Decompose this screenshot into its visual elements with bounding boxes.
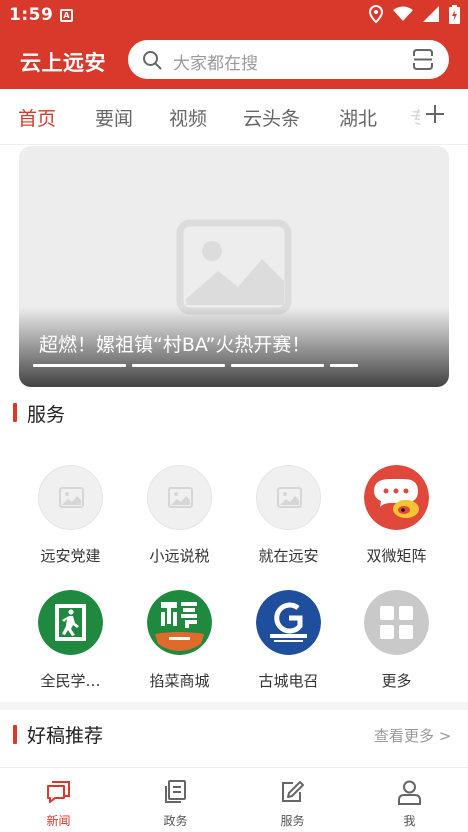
search-icon <box>142 50 162 74</box>
user-icon <box>397 780 422 810</box>
service-label: 掐菜商城 <box>149 672 210 690</box>
banner-caption[interactable]: 超燃！嫘祖镇“村BA”火热开赛！ <box>39 330 310 357</box>
nav-label: 政务 <box>163 814 188 828</box>
emergency-exit-icon <box>38 590 103 655</box>
bottom-navigation: 新闻 政务 服务 我 <box>0 767 468 832</box>
nav-label: 新闻 <box>46 814 71 828</box>
add-channel-icon[interactable] <box>425 104 445 128</box>
gucheng-dianzhao-logo-icon <box>256 590 321 655</box>
view-more-link[interactable]: 查看更多 > <box>374 725 451 746</box>
service-gucheng-dispatch[interactable]: 古城电召 <box>234 590 343 700</box>
document-icon <box>163 780 188 808</box>
image-placeholder-icon <box>147 465 212 530</box>
wifi-icon <box>393 6 413 26</box>
nav-me[interactable]: 我 <box>351 768 468 832</box>
carousel-dot <box>132 364 225 367</box>
image-placeholder-icon <box>38 465 103 530</box>
signal-icon <box>423 6 439 26</box>
status-icons <box>368 4 460 28</box>
qiacai-logo-icon <box>147 590 212 655</box>
service-in-yuanan[interactable]: 就在远安 <box>234 465 343 575</box>
nav-label: 我 <box>403 814 416 828</box>
services-title: 服务 <box>27 404 66 426</box>
service-label: 远安党建 <box>40 547 101 565</box>
tab-hubei[interactable]: 湖北 <box>339 104 377 131</box>
edit-icon <box>280 780 305 808</box>
carousel-dot <box>33 364 126 367</box>
service-qiacai-mall[interactable]: 掐菜商城 <box>125 590 234 700</box>
carousel-dot <box>330 364 358 367</box>
status-time: 1:59 <box>9 5 54 25</box>
section-marker <box>13 403 17 422</box>
image-placeholder-icon <box>176 219 292 319</box>
location-icon <box>368 4 384 27</box>
tab-headlines[interactable]: 云头条 <box>243 104 300 131</box>
nav-services[interactable]: 服务 <box>234 768 351 832</box>
nav-government[interactable]: 政务 <box>117 768 234 832</box>
tab-news[interactable]: 要闻 <box>95 104 133 131</box>
service-label: 就在远安 <box>258 547 319 565</box>
service-label: 古城电召 <box>258 672 319 690</box>
battery-icon <box>449 4 460 28</box>
service-party-building[interactable]: 远安党建 <box>16 465 125 575</box>
service-more[interactable]: 更多 <box>342 590 451 700</box>
service-label: 更多 <box>381 672 412 690</box>
notification-a-icon: A <box>60 9 73 22</box>
section-divider <box>0 702 468 710</box>
status-bar: 1:59 A <box>0 0 468 32</box>
search-bar[interactable]: 大家都在搜 <box>128 40 449 79</box>
recommend-title: 好稿推荐 <box>27 725 104 747</box>
service-label: 小远说税 <box>149 547 210 565</box>
tab-video[interactable]: 视频 <box>169 104 207 131</box>
channel-tabs: 首页 要闻 视频 云头条 湖北 专 <box>0 89 468 145</box>
service-public-learning[interactable]: 全民学… <box>16 590 125 700</box>
section-marker <box>13 725 17 744</box>
service-weibo-matrix[interactable]: 双微矩阵 <box>342 465 451 575</box>
banner-carousel[interactable]: 超燃！嫘祖镇“村BA”火热开赛！ <box>19 146 449 387</box>
grid-more-icon <box>364 590 429 655</box>
nav-label: 服务 <box>280 814 305 828</box>
scan-icon[interactable] <box>413 49 433 74</box>
app-title: 云上远安 <box>20 51 106 75</box>
search-placeholder: 大家都在搜 <box>173 54 258 74</box>
service-label: 双微矩阵 <box>366 547 427 565</box>
tab-home[interactable]: 首页 <box>18 104 56 131</box>
service-label: 全民学… <box>40 672 101 690</box>
image-placeholder-icon <box>256 465 321 530</box>
tab-partial[interactable]: 专 <box>410 104 420 131</box>
news-chat-icon <box>46 780 71 808</box>
app-header: 1:59 A 云上远安 大家都在搜 <box>0 0 468 89</box>
carousel-dot <box>231 364 324 367</box>
weibo-icon <box>364 465 429 530</box>
nav-news[interactable]: 新闻 <box>0 768 117 832</box>
service-tax-talk[interactable]: 小远说税 <box>125 465 234 575</box>
